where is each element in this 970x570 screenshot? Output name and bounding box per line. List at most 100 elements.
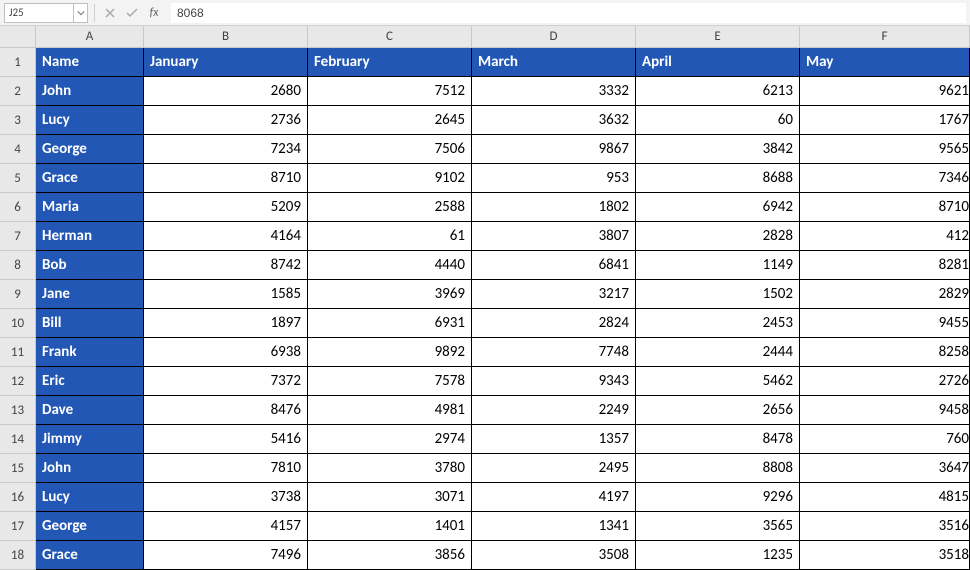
data-cell[interactable]: 1341 [472,512,636,541]
row-header[interactable]: 18 [0,541,36,570]
data-cell[interactable]: 9458 [800,396,970,425]
data-cell[interactable]: 3842 [636,135,800,164]
data-cell[interactable]: 6213 [636,77,800,106]
data-cell[interactable]: 2829 [800,280,970,309]
data-cell[interactable]: 5209 [144,193,308,222]
name-box-dropdown[interactable] [74,3,88,23]
data-cell[interactable]: 7810 [144,454,308,483]
data-cell[interactable]: 8688 [636,164,800,193]
data-cell[interactable]: 1802 [472,193,636,222]
col-header-d[interactable]: D [472,26,636,48]
row-header[interactable]: 10 [0,309,36,338]
data-cell[interactable]: 1235 [636,541,800,570]
data-cell[interactable]: 9343 [472,367,636,396]
row-header[interactable]: 17 [0,512,36,541]
name-cell[interactable]: John [36,454,144,483]
row-header[interactable]: 7 [0,222,36,251]
name-cell[interactable]: Grace [36,164,144,193]
header-cell[interactable]: May [800,48,970,77]
data-cell[interactable]: 2726 [800,367,970,396]
data-cell[interactable]: 3516 [800,512,970,541]
name-cell[interactable]: Bill [36,309,144,338]
header-cell[interactable]: March [472,48,636,77]
data-cell[interactable]: 4197 [472,483,636,512]
data-cell[interactable]: 2645 [308,106,472,135]
data-cell[interactable]: 9102 [308,164,472,193]
data-cell[interactable]: 4164 [144,222,308,251]
data-cell[interactable]: 7372 [144,367,308,396]
data-cell[interactable]: 60 [636,106,800,135]
data-cell[interactable]: 4815 [800,483,970,512]
data-cell[interactable]: 7346 [800,164,970,193]
row-header[interactable]: 12 [0,367,36,396]
data-cell[interactable]: 3969 [308,280,472,309]
data-cell[interactable]: 9565 [800,135,970,164]
header-cell[interactable]: January [144,48,308,77]
name-cell[interactable]: George [36,512,144,541]
col-header-c[interactable]: C [308,26,472,48]
name-cell[interactable]: Eric [36,367,144,396]
data-cell[interactable]: 1502 [636,280,800,309]
name-cell[interactable]: Jane [36,280,144,309]
name-cell[interactable]: George [36,135,144,164]
data-cell[interactable]: 2249 [472,396,636,425]
row-header[interactable]: 4 [0,135,36,164]
data-cell[interactable]: 2828 [636,222,800,251]
data-cell[interactable]: 8281 [800,251,970,280]
header-cell[interactable]: Name [36,48,144,77]
data-cell[interactable]: 2736 [144,106,308,135]
data-cell[interactable]: 2444 [636,338,800,367]
name-cell[interactable]: Lucy [36,483,144,512]
data-cell[interactable]: 1585 [144,280,308,309]
data-cell[interactable]: 7506 [308,135,472,164]
data-cell[interactable]: 3780 [308,454,472,483]
data-cell[interactable]: 3071 [308,483,472,512]
name-cell[interactable]: John [36,77,144,106]
data-cell[interactable]: 7512 [308,77,472,106]
name-cell[interactable]: Lucy [36,106,144,135]
data-cell[interactable]: 2974 [308,425,472,454]
data-cell[interactable]: 5462 [636,367,800,396]
data-cell[interactable]: 3565 [636,512,800,541]
data-cell[interactable]: 9867 [472,135,636,164]
data-cell[interactable]: 3632 [472,106,636,135]
col-header-b[interactable]: B [144,26,308,48]
data-cell[interactable]: 3332 [472,77,636,106]
row-header[interactable]: 8 [0,251,36,280]
data-cell[interactable]: 4981 [308,396,472,425]
data-cell[interactable]: 8710 [144,164,308,193]
data-cell[interactable]: 1401 [308,512,472,541]
data-cell[interactable]: 8742 [144,251,308,280]
data-cell[interactable]: 8710 [800,193,970,222]
data-cell[interactable]: 2824 [472,309,636,338]
fx-icon[interactable]: fx [145,4,163,22]
data-cell[interactable]: 1767 [800,106,970,135]
row-header[interactable]: 6 [0,193,36,222]
data-cell[interactable]: 8258 [800,338,970,367]
data-cell[interactable]: 1897 [144,309,308,338]
data-cell[interactable]: 7748 [472,338,636,367]
row-header[interactable]: 3 [0,106,36,135]
accept-icon[interactable] [123,4,141,22]
data-cell[interactable]: 1149 [636,251,800,280]
data-cell[interactable]: 2656 [636,396,800,425]
name-cell[interactable]: Jimmy [36,425,144,454]
data-cell[interactable]: 3518 [800,541,970,570]
data-cell[interactable]: 4157 [144,512,308,541]
col-header-a[interactable]: A [36,26,144,48]
data-cell[interactable]: 953 [472,164,636,193]
data-cell[interactable]: 2588 [308,193,472,222]
data-cell[interactable]: 9621 [800,77,970,106]
data-cell[interactable]: 9455 [800,309,970,338]
data-cell[interactable]: 412 [800,222,970,251]
data-cell[interactable]: 5416 [144,425,308,454]
formula-input[interactable] [171,3,966,23]
data-cell[interactable]: 7578 [308,367,472,396]
name-cell[interactable]: Maria [36,193,144,222]
col-header-e[interactable]: E [636,26,800,48]
data-cell[interactable]: 7234 [144,135,308,164]
name-cell[interactable]: Grace [36,541,144,570]
data-cell[interactable]: 3217 [472,280,636,309]
data-cell[interactable]: 6841 [472,251,636,280]
data-cell[interactable]: 1357 [472,425,636,454]
